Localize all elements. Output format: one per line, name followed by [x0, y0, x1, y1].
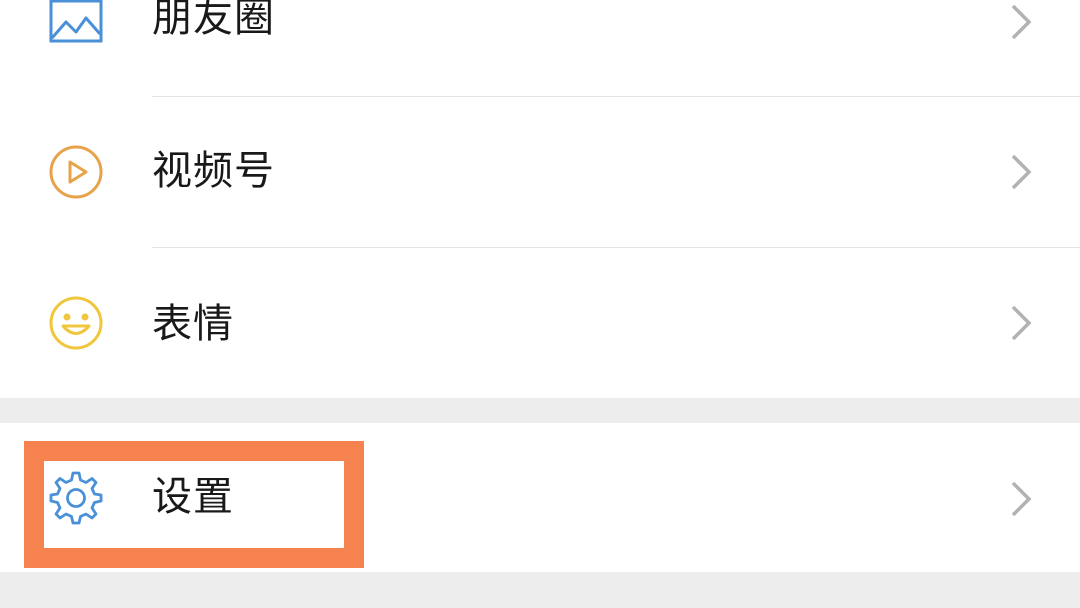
menu-item-settings[interactable]: 设置 — [0, 423, 1080, 572]
chevron-right-icon — [1008, 479, 1034, 519]
menu-item-label: 视频号 — [152, 148, 275, 194]
menu-item-stickers[interactable]: 表情 — [0, 248, 1080, 398]
chevron-right-icon — [1008, 2, 1034, 42]
menu-item-channels[interactable]: 视频号 — [0, 97, 1080, 247]
menu-item-label: 表情 — [152, 301, 234, 347]
chevron-right-icon — [1008, 303, 1034, 343]
menu-group-main: 朋友圈 视频号 表情 — [0, 0, 1080, 398]
sticker-icon — [46, 293, 106, 353]
chevron-right-icon — [1008, 152, 1034, 192]
menu-group-settings: 设置 — [0, 423, 1080, 572]
menu-item-label: 设置 — [152, 474, 234, 520]
menu-item-moments[interactable]: 朋友圈 — [0, 0, 1080, 97]
gear-icon — [46, 468, 106, 528]
menu-item-label: 朋友圈 — [152, 0, 275, 41]
moments-icon — [46, 0, 106, 52]
channels-icon — [46, 142, 106, 202]
